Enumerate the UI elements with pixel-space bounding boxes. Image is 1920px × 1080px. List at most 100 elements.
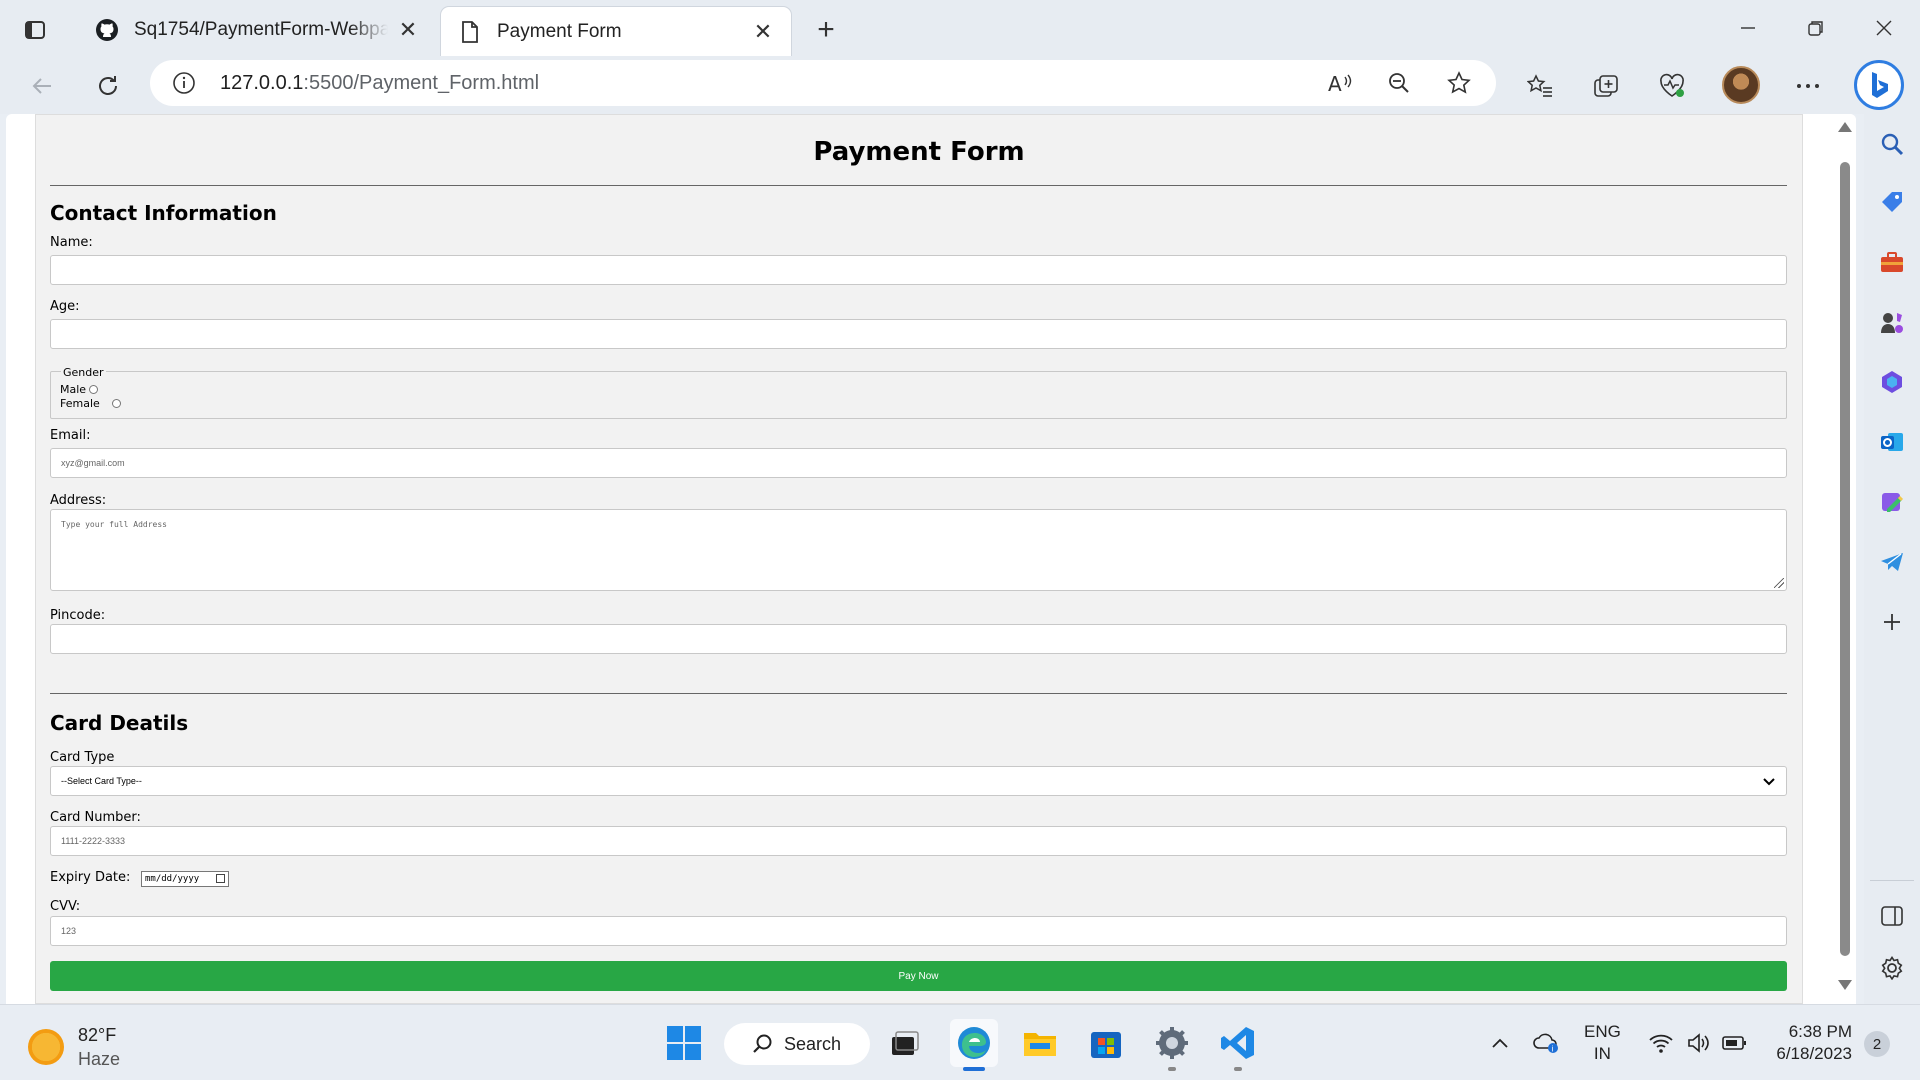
cvv-input[interactable]: 123 xyxy=(50,916,1787,946)
taskbar-edge[interactable] xyxy=(950,1019,998,1071)
gender-option-male[interactable]: Male xyxy=(60,383,99,396)
name-input[interactable] xyxy=(50,255,1787,285)
onedrive-status-icon[interactable]: i xyxy=(1532,1023,1562,1063)
designer-icon[interactable] xyxy=(1878,488,1906,516)
restore-button[interactable] xyxy=(1786,8,1846,48)
collections-icon[interactable] xyxy=(1586,66,1626,106)
favorites-icon[interactable] xyxy=(1520,66,1560,106)
refresh-icon xyxy=(99,76,117,95)
notification-badge[interactable]: 2 xyxy=(1864,1031,1890,1057)
games-icon[interactable] xyxy=(1878,308,1906,336)
edge-sidebar xyxy=(1864,114,1920,1004)
tab-actions-button[interactable] xyxy=(16,14,54,46)
show-hidden-icons-button[interactable] xyxy=(1488,1023,1512,1063)
card-type-label: Card Type xyxy=(50,750,115,765)
new-tab-button[interactable]: + xyxy=(808,12,844,48)
resize-grip-icon[interactable] xyxy=(1774,578,1784,588)
task-view-button[interactable] xyxy=(880,1019,928,1067)
card-number-input[interactable]: 1111-2222-3333 xyxy=(50,826,1787,856)
wifi-icon[interactable] xyxy=(1646,1023,1676,1063)
outlook-icon[interactable] xyxy=(1878,428,1906,456)
bing-copilot-button[interactable] xyxy=(1854,60,1904,110)
refresh-button[interactable] xyxy=(88,66,128,106)
system-clock[interactable]: 6:38 PM 6/18/2023 xyxy=(1766,1021,1852,1065)
running-indicator xyxy=(1234,1067,1242,1071)
svg-text:A: A xyxy=(1328,72,1342,95)
hide-sidebar-icon[interactable] xyxy=(1878,902,1906,930)
favorite-star-icon[interactable] xyxy=(1444,69,1474,97)
male-radio[interactable] xyxy=(89,385,99,394)
card-number-label: Card Number: xyxy=(50,810,141,825)
settings-gear-icon[interactable] xyxy=(1878,954,1906,982)
microsoft-365-icon[interactable] xyxy=(1878,368,1906,396)
browser-essentials-icon[interactable] xyxy=(1652,66,1692,106)
card-type-select[interactable]: --Select Card Type-- xyxy=(50,766,1787,796)
read-aloud-icon[interactable]: A xyxy=(1326,69,1356,97)
taskbar-vscode[interactable] xyxy=(1214,1019,1262,1071)
vertical-scrollbar[interactable] xyxy=(1832,114,1856,1004)
add-sidebar-app-icon[interactable] xyxy=(1878,608,1906,636)
close-window-button[interactable] xyxy=(1854,8,1914,48)
address-bar[interactable]: 127.0.0.1:5500/Payment_Form.html A xyxy=(150,60,1496,106)
taskbar-microsoft-store[interactable] xyxy=(1082,1019,1130,1067)
email-placeholder: xyz@gmail.com xyxy=(61,458,125,468)
gender-fieldset: Gender Male Female xyxy=(50,366,1787,419)
zoom-out-icon[interactable] xyxy=(1384,69,1414,97)
tab-title: Sq1754/PaymentForm-Webpage xyxy=(134,19,388,40)
scroll-down-arrow-icon[interactable] xyxy=(1838,980,1852,990)
send-telegram-icon[interactable] xyxy=(1878,548,1906,576)
minimize-button[interactable] xyxy=(1718,8,1778,48)
battery-icon[interactable] xyxy=(1720,1023,1750,1063)
calendar-icon[interactable] xyxy=(216,874,225,883)
tab-payment-form[interactable]: Payment Form ✕ xyxy=(440,6,792,56)
card-type-selected: --Select Card Type-- xyxy=(61,776,142,786)
search-icon[interactable] xyxy=(1878,130,1906,158)
cvv-label: CVV: xyxy=(50,899,81,914)
minimize-icon xyxy=(1741,27,1755,29)
expiry-date-input[interactable]: mm/dd/yyyy xyxy=(141,871,229,887)
male-label: Male xyxy=(60,383,87,396)
profile-avatar[interactable] xyxy=(1722,66,1760,104)
gender-option-female[interactable]: Female xyxy=(60,397,121,410)
svg-text:i: i xyxy=(1551,1045,1553,1054)
female-radio[interactable] xyxy=(111,399,121,408)
cvv-placeholder: 123 xyxy=(61,926,77,936)
payment-form-container: Payment Form Contact Information Name: A… xyxy=(35,114,1803,1004)
clock-date: 6/18/2023 xyxy=(1776,1044,1852,1063)
language-indicator[interactable]: ENG IN xyxy=(1584,1021,1621,1065)
start-button[interactable] xyxy=(660,1019,708,1067)
language-code: ENG xyxy=(1584,1022,1621,1041)
pay-now-button[interactable]: Pay Now xyxy=(50,961,1787,991)
github-icon xyxy=(94,17,120,43)
settings-gear-icon xyxy=(1156,1027,1188,1059)
tab-github[interactable]: Sq1754/PaymentForm-Webpage ✕ xyxy=(78,6,436,54)
taskbar-file-explorer[interactable] xyxy=(1016,1019,1064,1067)
close-tab-icon[interactable]: ✕ xyxy=(396,17,420,42)
card-details-heading: Card Deatils xyxy=(50,711,189,735)
taskbar-settings[interactable] xyxy=(1148,1019,1196,1071)
volume-icon[interactable] xyxy=(1684,1023,1714,1063)
scroll-up-arrow-icon[interactable] xyxy=(1838,122,1852,132)
taskbar-search[interactable]: Search xyxy=(724,1023,870,1065)
pincode-input[interactable] xyxy=(50,624,1787,654)
scrollbar-thumb[interactable] xyxy=(1840,162,1850,956)
site-info-icon[interactable] xyxy=(172,71,206,95)
task-view-icon xyxy=(892,1031,919,1055)
tools-briefcase-icon[interactable] xyxy=(1878,248,1906,276)
age-label: Age: xyxy=(50,299,80,314)
sidebar-divider xyxy=(1870,880,1914,881)
page-viewport: Payment Form Contact Information Name: A… xyxy=(6,114,1856,1004)
address-placeholder: Type your full Address xyxy=(61,520,167,529)
weather-widget[interactable]: 82°F Haze xyxy=(28,1023,120,1071)
shopping-tag-icon[interactable] xyxy=(1878,188,1906,216)
section-divider xyxy=(50,693,1787,694)
age-input[interactable] xyxy=(50,319,1787,349)
back-button[interactable] xyxy=(22,66,62,106)
restore-icon xyxy=(1808,21,1823,36)
clock-time: 6:38 PM xyxy=(1788,1022,1852,1041)
back-arrow-icon xyxy=(32,78,51,94)
email-input[interactable]: xyz@gmail.com xyxy=(50,448,1787,478)
address-textarea[interactable]: Type your full Address xyxy=(50,509,1787,591)
more-options-icon[interactable] xyxy=(1788,66,1828,106)
close-tab-icon[interactable]: ✕ xyxy=(751,19,775,44)
